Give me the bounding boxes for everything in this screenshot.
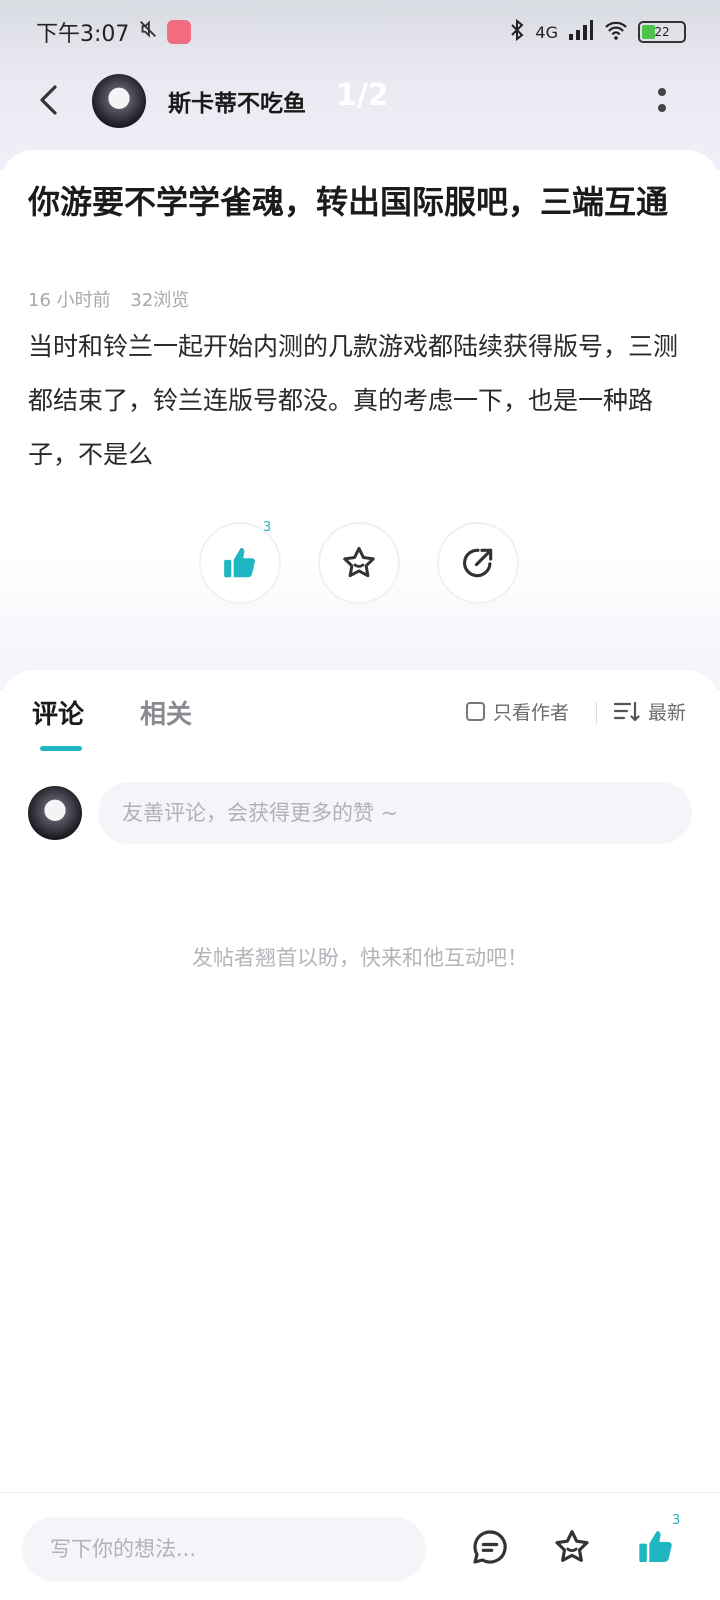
- more-dot-icon: [658, 104, 666, 112]
- sort-button[interactable]: 最新: [614, 698, 686, 725]
- thought-input[interactable]: [22, 1517, 426, 1581]
- tab-comments[interactable]: 评论: [32, 694, 84, 731]
- post-views: 32浏览: [130, 290, 190, 311]
- back-button[interactable]: [26, 78, 70, 122]
- comments-section: 评论 相关 只看作者 最新 发帖者翘首以盼，快来和他互动吧！: [0, 670, 720, 1490]
- comment-button[interactable]: [466, 1523, 514, 1571]
- status-bar: 下午3:07 4G 22: [0, 0, 720, 64]
- author-only-toggle[interactable]: 只看作者: [466, 698, 569, 725]
- post-actions: [0, 522, 720, 606]
- share-icon: [463, 548, 493, 578]
- star-icon: [343, 546, 375, 578]
- author-avatar[interactable]: [92, 74, 146, 128]
- status-right: 4G 22: [509, 18, 686, 45]
- sort-label: 最新: [648, 702, 687, 724]
- favorite-button[interactable]: [318, 522, 400, 604]
- post-card: 你游要不学学雀魂，转出国际服吧，三端互通 16 小时前 32浏览 当时和铃兰一起…: [0, 150, 720, 660]
- wifi-icon: [604, 20, 628, 44]
- tab-related[interactable]: 相关: [140, 694, 192, 731]
- post-title: 你游要不学学雀魂，转出国际服吧，三端互通: [28, 183, 669, 221]
- page-indicator: 1/2: [336, 78, 389, 113]
- thumbs-up-icon: [639, 1531, 672, 1562]
- like-bottom-button[interactable]: [632, 1523, 680, 1571]
- bottom-bar: 3: [0, 1492, 720, 1600]
- app-notification-icon: [167, 20, 192, 44]
- divider: [596, 702, 597, 724]
- more-dot-icon: [658, 88, 666, 96]
- more-options-button[interactable]: [648, 80, 676, 120]
- status-time: 下午3:07: [36, 22, 130, 47]
- thumbs-up-icon: [224, 547, 255, 578]
- battery-icon: 22: [638, 21, 686, 43]
- bottom-like-count: 3: [672, 1513, 681, 1528]
- like-count: 3: [263, 520, 272, 535]
- post-meta: 16 小时前 32浏览: [28, 286, 189, 312]
- comment-input[interactable]: [98, 782, 692, 844]
- star-icon: [555, 1530, 589, 1562]
- checkbox-icon[interactable]: [466, 702, 485, 721]
- post-header: 斯卡蒂不吃鱼 1/2: [0, 70, 720, 130]
- active-tab-indicator: [40, 746, 82, 751]
- mute-icon: [137, 18, 159, 46]
- post-body: 当时和铃兰一起开始内测的几款游戏都陆续获得版号，三测都结束了，铃兰连版号都没。真…: [28, 332, 679, 469]
- author-only-label: 只看作者: [493, 702, 570, 724]
- favorite-bottom-button[interactable]: [548, 1523, 596, 1571]
- post-time: 16 小时前: [28, 290, 111, 311]
- share-button[interactable]: [437, 522, 519, 604]
- network-type: 4G: [535, 22, 558, 42]
- battery-level: 22: [654, 25, 670, 39]
- empty-comments-hint: 发帖者翘首以盼，快来和他互动吧！: [192, 946, 528, 970]
- status-left: 下午3:07: [36, 16, 192, 48]
- comment-icon: [473, 1530, 507, 1564]
- author-name[interactable]: 斯卡蒂不吃鱼: [168, 84, 306, 118]
- signal-icon: [568, 20, 594, 44]
- user-avatar: [28, 786, 82, 840]
- chevron-left-icon: [40, 85, 57, 115]
- bluetooth-icon: [509, 18, 525, 45]
- sort-icon: [614, 701, 640, 721]
